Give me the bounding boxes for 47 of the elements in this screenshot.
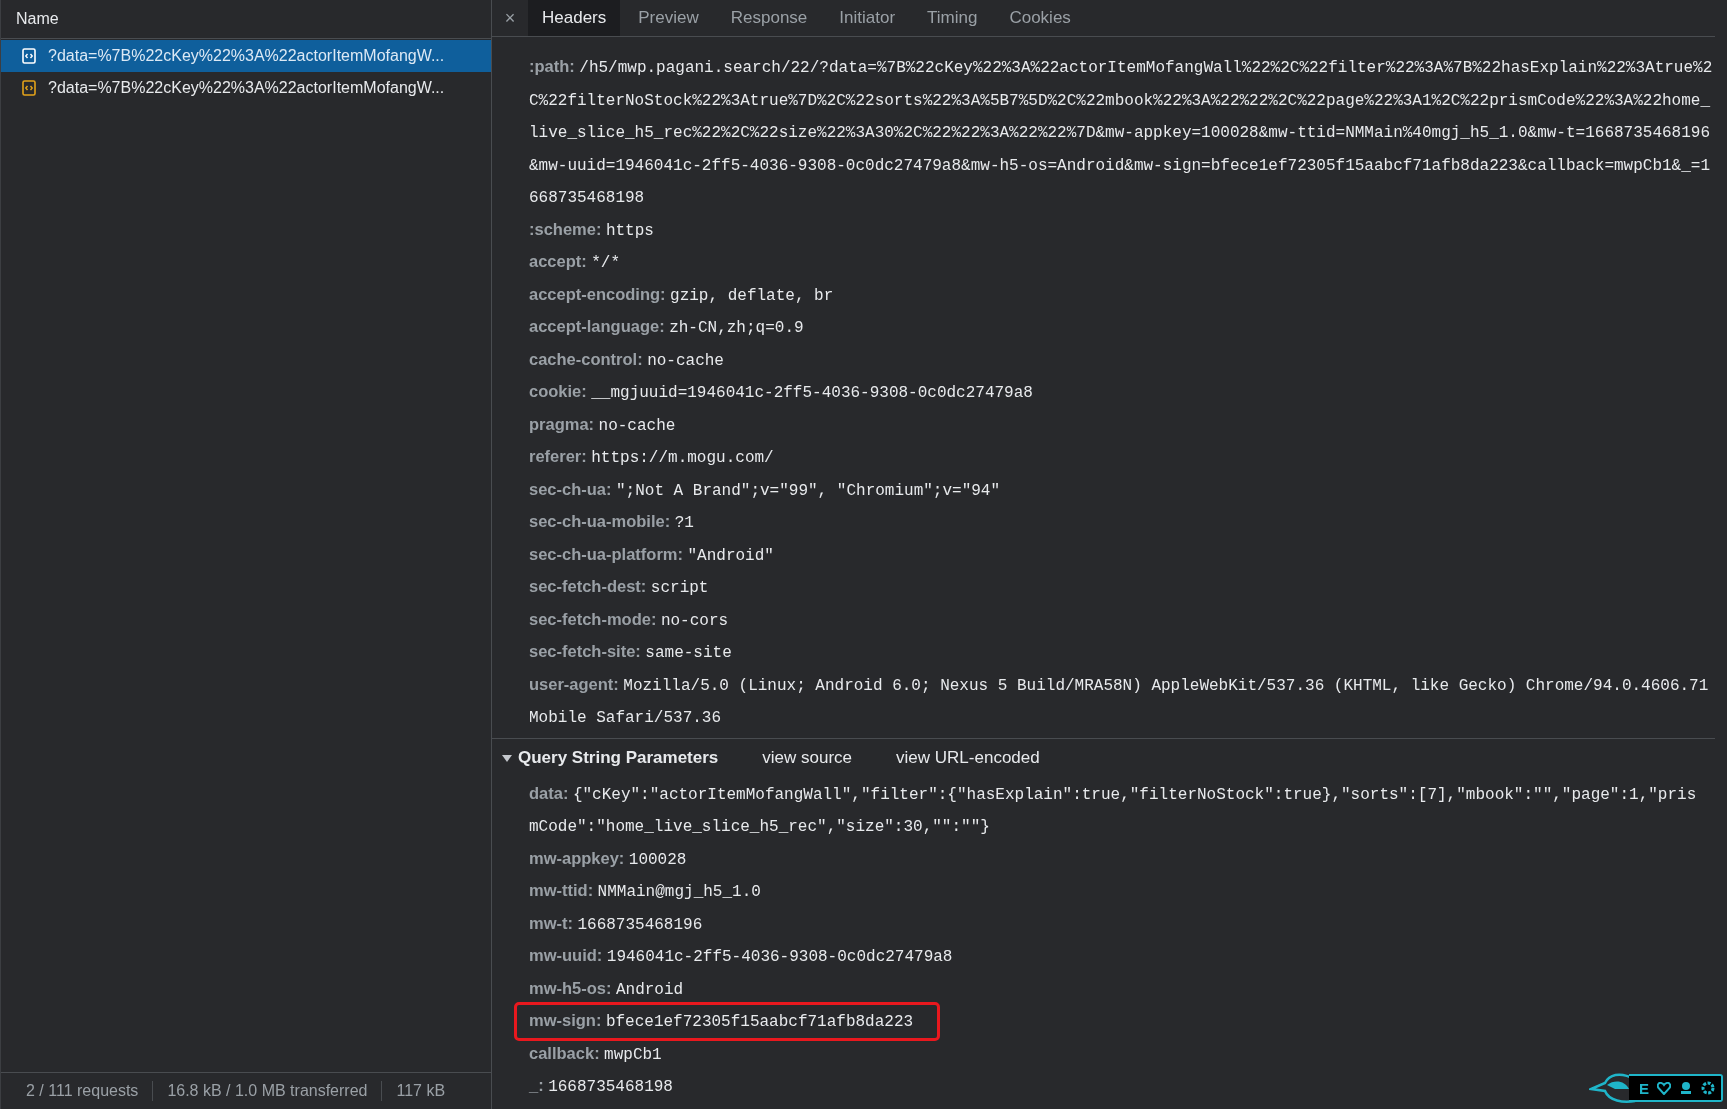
header-row-text: cache-control: no-cache <box>529 348 725 372</box>
param-row-text: callback: mwpCb1 <box>529 1042 663 1066</box>
header-row-text: sec-ch-ua-platform: "Android" <box>529 543 775 567</box>
param-row-text: data: {"cKey":"actorItemMofangWall","filter":{"hasExplain":true,"filterNoStock":true},"sorts":[7],"mbook":"","page":1,"prismCode":"home_live_slice_h5_rec","size":30,"":""} <box>529 782 1698 838</box>
expand-triangle-icon <box>502 752 512 763</box>
tab[interactable]: Response <box>716 0 822 36</box>
view-link[interactable]: view source <box>762 747 853 768</box>
header-row-text: sec-fetch-site: same-site <box>529 641 733 664</box>
header-row-text: :scheme: https <box>529 218 655 242</box>
request-row[interactable]: ?data=%7B%22cKey%22%3A%22actorItemMofangW... <box>1 40 491 72</box>
view-link[interactable]: view URL-encoded <box>896 747 1040 768</box>
column-header[interactable]: Name <box>16 10 59 28</box>
status-text: 117 kB <box>396 1082 446 1100</box>
param-row-text: _: 1668735468198 <box>529 1075 674 1098</box>
close-button[interactable]: × <box>492 0 528 36</box>
header-row-text: referer: https://m.mogu.com/ <box>529 446 775 469</box>
header-row-text: sec-fetch-dest: script <box>529 576 710 599</box>
tab[interactable]: Timing <box>913 0 992 36</box>
person-icon <box>1679 1081 1693 1095</box>
highlighted-param-row: mw-sign: bfece1ef72305f15aabcf71afb8da223 <box>517 1005 938 1038</box>
header-row-text: sec-ch-ua-mobile: ?1 <box>529 511 695 534</box>
request-row[interactable]: ?data=%7B%22cKey%22%3A%22actorItemMofangW... <box>1 72 491 104</box>
tab[interactable]: Headers <box>528 0 621 36</box>
gear-icon <box>1701 1081 1715 1095</box>
param-row-text: mw-ttid: NMMain@mgj_h5_1.0 <box>529 880 762 903</box>
tab[interactable]: Initiator <box>825 0 910 36</box>
tab[interactable]: Cookies <box>995 0 1085 36</box>
param-row-text: mw-uuid: 1946041c-2ff5-4036-9308-0c0dc27479a8 <box>529 945 954 968</box>
tab[interactable]: Preview <box>624 0 713 36</box>
script-file-icon <box>22 80 36 96</box>
widget-label: E <box>1639 1079 1649 1097</box>
header-row-text: sec-fetch-mode: no-cors <box>529 608 730 632</box>
param-row-text: mw-appkey: 100028 <box>529 847 688 871</box>
header-row-text: sec-ch-ua: ";Not A Brand";v="99", "Chromium";v="94" <box>529 478 1002 502</box>
header-row-text: user-agent: Mozilla/5.0 (Linux; Android 6.0; Nexus 5 Build/MRA58N) AppleWebKit/537.36 (KHTML, like Gecko) Chrome/94.0.4606.71 Mobile Safari/537.36 <box>529 673 1710 729</box>
status-text: 16.8 kB / 1.0 MB transferred <box>167 1082 368 1100</box>
header-row-text: cookie: __mgjuuid=1946041c-2ff5-4036-9308-0c0dc27479a8 <box>529 381 1034 404</box>
header-row-text: accept-language: zh-CN,zh;q=0.9 <box>529 316 805 339</box>
header-row-text: accept: */* <box>529 251 622 274</box>
status-text: 2 / 111 requests <box>26 1082 139 1100</box>
header-row-text: pragma: no-cache <box>529 413 677 437</box>
heart-icon <box>1657 1081 1671 1095</box>
script-file-icon <box>22 48 36 64</box>
header-row-text: accept-encoding: gzip, deflate, br <box>529 283 835 307</box>
param-row-text: mw-h5-os: Android <box>529 977 685 1001</box>
section-toggle[interactable]: Query String Parameters <box>502 747 719 768</box>
param-row-text: mw-t: 1668735468196 <box>529 912 704 936</box>
